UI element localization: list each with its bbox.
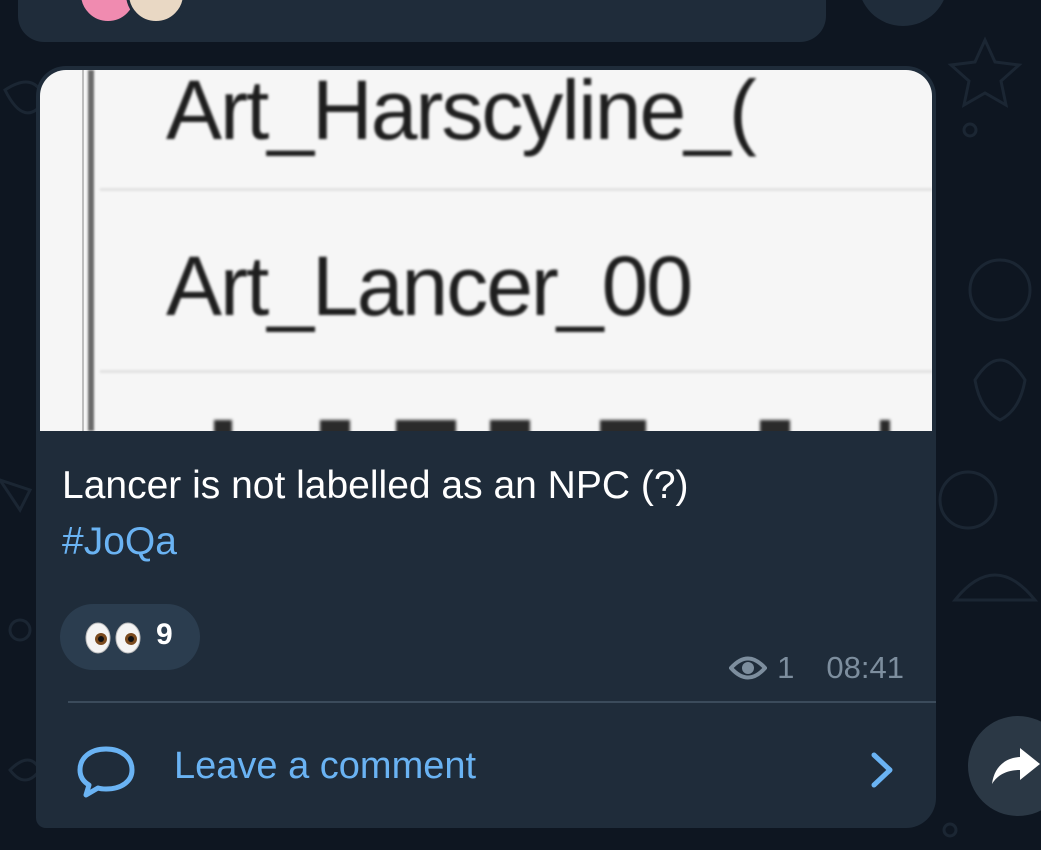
comment-bubble-icon <box>77 746 135 798</box>
share-arrow-icon <box>992 748 1040 784</box>
post-meta: 1 08:41 <box>729 648 904 688</box>
hashtag-link[interactable]: #JoQa <box>62 514 922 570</box>
chevron-right-icon <box>871 752 893 788</box>
eye-icon <box>729 656 768 680</box>
leave-comment-label: Leave a comment <box>174 745 477 787</box>
caption-text: Lancer is not labelled as an NPC (?) <box>62 464 689 507</box>
leave-comment-button[interactable]: Leave a comment <box>36 703 936 828</box>
reaction-count: 9 <box>156 618 173 651</box>
reaction-chip[interactable]: 9 <box>60 604 200 670</box>
channel-post-bubble: Art_Harscyline_( Art_Lancer_00 Lancer is… <box>36 66 936 828</box>
post-time: 08:41 <box>826 650 904 685</box>
image-border-line <box>88 70 94 431</box>
image-text-line: Art_Lancer_00 <box>166 239 693 333</box>
eyes-emoji-icon <box>85 622 141 654</box>
image-text-line: Art_Harscyline_( <box>166 70 757 157</box>
post-caption: Lancer is not labelled as an NPC (?) #Jo… <box>62 458 922 570</box>
view-count: 1 <box>777 650 795 685</box>
image-separator <box>100 370 932 373</box>
post-image[interactable]: Art_Harscyline_( Art_Lancer_00 <box>40 70 932 431</box>
image-border-line <box>82 70 84 431</box>
image-cut-text <box>200 416 900 431</box>
image-separator <box>100 188 932 191</box>
